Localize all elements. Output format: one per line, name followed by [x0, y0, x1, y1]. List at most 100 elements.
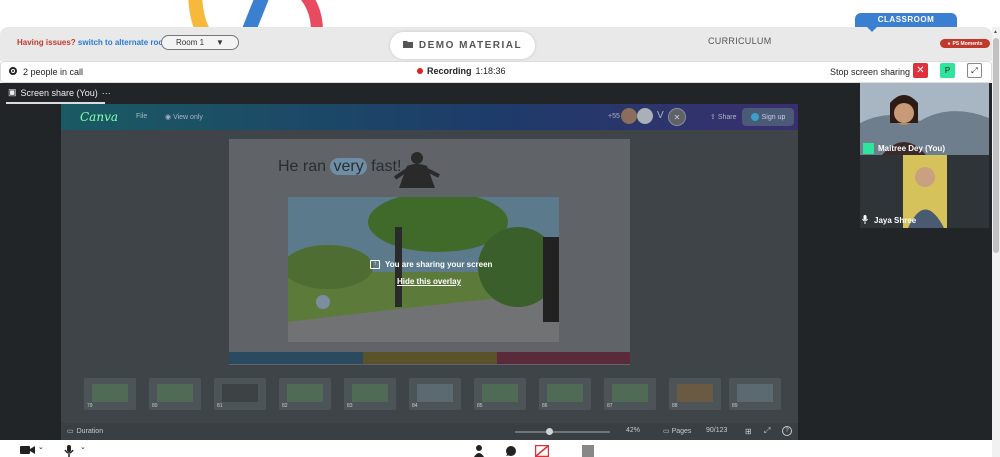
slide-stripe [229, 352, 363, 364]
zoom-level: 42% [626, 427, 641, 434]
slide-title-pre: He ran [278, 158, 331, 175]
fullscreen-icon: ⤢ [764, 426, 771, 435]
screen-icon: ▣ [8, 87, 17, 97]
canva-logo: Canva [80, 110, 118, 124]
share-screen-icon: ↑ [370, 260, 380, 269]
folder-icon [402, 40, 413, 51]
slide-title: He ran very fast! [278, 158, 401, 176]
canva-viewer-count: +55 [608, 113, 620, 120]
scroll-up-icon[interactable]: ▲ [993, 29, 998, 35]
grid-icon: ⊞ [745, 427, 752, 436]
video-camera-icon[interactable] [20, 445, 36, 457]
expand-icon: ⤢ [971, 65, 978, 75]
recording-label: Recording [427, 66, 472, 76]
slide-thumbnail: 85 [474, 378, 526, 410]
mic-icon [863, 143, 874, 154]
slide-thumbnail: 89 [729, 378, 781, 410]
sharing-overlay-text: You are sharing your screen [385, 260, 493, 269]
bottom-toolbar [0, 440, 992, 457]
eye-icon: ◉ [165, 114, 174, 121]
pages-label: Pages [671, 428, 692, 435]
canva-sign-up-label: Sign up [761, 113, 786, 121]
slide-thumbnail: 87 [604, 378, 656, 410]
zoom-slider-handle [546, 428, 553, 435]
recording-indicator: Recording 1:18:36 [417, 66, 506, 76]
slide-thumbnail: 79 [84, 378, 136, 410]
slide-thumbnail: 80 [149, 378, 201, 410]
zoom-slider [515, 431, 610, 433]
canva-share-label: Share [717, 114, 737, 121]
canva-sign-up: Sign up [742, 108, 794, 126]
viewer-avatar [621, 108, 637, 124]
canva-view-only: ◉ View only [165, 113, 203, 121]
view-only-label: View only [173, 114, 203, 121]
close-icon: ✕ [916, 65, 925, 76]
room-value: Room 1 [176, 38, 205, 47]
share-icon: ⇪ [710, 114, 718, 121]
record-dot-icon [417, 68, 423, 74]
scrollbar-thumb[interactable] [993, 38, 999, 253]
tab-classroom[interactable]: CLASSROOM [855, 13, 957, 32]
screen-share-stop-icon[interactable] [534, 444, 550, 457]
expand-button[interactable]: ⤢ [967, 63, 982, 78]
slide-thumbnail: 88 [669, 378, 721, 410]
stop-sharing-label[interactable]: Stop screen sharing [830, 67, 910, 77]
pages-control: ▭ Pages [663, 427, 691, 435]
slide-illustration [288, 197, 559, 342]
viewer-avatar [637, 108, 653, 124]
alternate-room-link[interactable]: switch to alternate room [78, 38, 170, 47]
gear-icon[interactable] [8, 66, 18, 78]
canva-c-icon [750, 113, 759, 121]
demo-material-button[interactable]: DEMO MATERIAL [390, 32, 535, 59]
slide-thumbnail: 81 [214, 378, 266, 410]
slide-thumbnail: 82 [279, 378, 331, 410]
ps-moments-button[interactable]: ● PS Moments [940, 39, 990, 48]
mic-options-chevron-icon[interactable]: ⌄ [80, 443, 86, 451]
screen-share-tab[interactable]: ▣ Screen share (You) ··· [8, 87, 111, 98]
slide-title-highlight: very [330, 158, 367, 175]
canva-v-label: V [657, 110, 664, 121]
duration-label: Duration [76, 427, 104, 435]
tab-curriculum[interactable]: CURRICULUM [708, 36, 772, 46]
slide-thumbnail: 86 [539, 378, 591, 410]
demo-material-label: DEMO MATERIAL [418, 40, 523, 51]
other-name: Jaya Shree [874, 216, 917, 225]
caret-down-icon: ▼ [216, 38, 224, 47]
microphone-icon[interactable] [64, 445, 74, 457]
camera-icon: ● [947, 40, 951, 47]
chat-icon[interactable] [505, 445, 517, 457]
people-count: 2 people in call [23, 67, 84, 77]
screen-share-label: Screen share (You) [20, 87, 98, 98]
hide-overlay-link[interactable]: Hide this overlay [397, 277, 461, 286]
close-icon: ✕ [668, 108, 686, 126]
pages-icon: ▭ [663, 428, 672, 435]
more-icon[interactable]: ··· [102, 88, 111, 98]
ps-moments-label: PS Moments [952, 40, 983, 47]
slide-thumbnail: 83 [344, 378, 396, 410]
people-in-call[interactable]: 2 people in call [8, 66, 83, 78]
slide-stripe [363, 352, 497, 364]
recording-time: 1:18:36 [475, 66, 506, 76]
stop-sharing-button[interactable]: ✕ [913, 63, 928, 78]
participants-icon[interactable] [474, 445, 484, 457]
self-name: Maitree Dey (You) [878, 144, 945, 153]
self-name-bar: Maitree Dey (You) [860, 142, 989, 155]
slide-thumbnail: 84 [409, 378, 461, 410]
help-icon: ? [782, 426, 792, 436]
page-count: 90/123 [706, 427, 728, 434]
camera-options-chevron-icon[interactable]: ⌄ [38, 443, 44, 451]
issues-notice: Having issues? switch to alternate room [17, 38, 170, 47]
slide-thumbnails: 79 80 81 82 83 84 85 86 87 88 89 [84, 378, 804, 412]
room-select[interactable]: Room 1 ▼ [161, 35, 239, 50]
canva-file-menu: File [136, 113, 148, 120]
participant-p-button[interactable]: P [940, 63, 955, 78]
duration-control: ▭ Duration [67, 427, 104, 436]
canva-share: ⇪ Share [710, 113, 737, 121]
presenter-figure [393, 152, 440, 188]
timer-icon: ▭ [67, 428, 74, 435]
other-name-bar: Jaya Shree [862, 215, 916, 226]
slide-stripe [497, 352, 630, 364]
whiteboard-icon[interactable] [582, 445, 594, 457]
mic-icon [862, 215, 868, 226]
issues-text: Having issues? [17, 38, 76, 47]
